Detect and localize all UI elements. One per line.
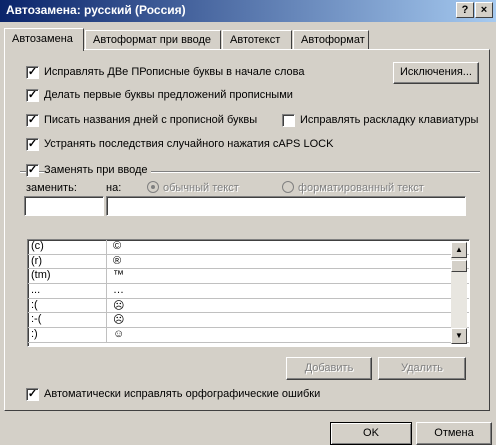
- tab-autoformat-as-you-type[interactable]: Автоформат при вводе: [85, 30, 221, 50]
- entry-to: ®: [113, 254, 122, 267]
- tab-autocorrect[interactable]: Автозамена: [4, 28, 84, 51]
- list-item[interactable]: :) ☺: [28, 328, 469, 343]
- entry-from: (tm): [31, 269, 51, 282]
- close-button[interactable]: ×: [475, 2, 493, 18]
- ok-button[interactable]: OK: [330, 422, 412, 445]
- formatted-text-radio[interactable]: [282, 181, 294, 193]
- entry-from: :(: [31, 298, 38, 311]
- capitalize-sentences-checkbox[interactable]: ✓: [26, 89, 39, 102]
- list-scrollbar[interactable]: ▲ ▼: [451, 242, 467, 344]
- with-label: на:: [106, 182, 122, 194]
- fix-caps-lock-label: Устранять последствия случайного нажатия…: [44, 138, 334, 150]
- title-bar: Автозамена: русский (Россия): [0, 0, 496, 22]
- capitalize-days-label: Писать названия дней с прописной буквы: [44, 114, 258, 126]
- tab-autoformat[interactable]: Автоформат: [293, 30, 369, 50]
- list-item[interactable]: ... …: [28, 284, 469, 299]
- up-arrow-icon[interactable]: ▲: [451, 242, 467, 258]
- entry-from: (c): [31, 240, 44, 252]
- autocorrect-entries-list[interactable]: (c) © (r) ® (tm) ™ ... … :( ☹ :-( ☹ :) ☺…: [27, 239, 470, 347]
- fix-two-caps-label: Исправлять ДВе ПРописные буквы в начале …: [44, 66, 305, 78]
- fix-keyboard-layout-checkbox[interactable]: [282, 114, 295, 127]
- list-item[interactable]: :-( ☹: [28, 313, 469, 329]
- down-arrow-icon[interactable]: ▼: [451, 328, 467, 344]
- entry-from: :): [31, 328, 38, 341]
- replace-as-you-type-checkbox[interactable]: ✓: [26, 164, 39, 177]
- list-item[interactable]: (c) ©: [28, 240, 469, 255]
- entry-from: ...: [31, 284, 41, 297]
- replace-as-you-type-label: Заменять при вводе: [44, 164, 151, 176]
- cancel-button[interactable]: Отмена: [416, 422, 492, 445]
- entry-to: ©: [113, 240, 122, 252]
- entry-to: ☺: [113, 328, 125, 341]
- with-input[interactable]: [106, 196, 466, 216]
- formatted-text-label: форматированный текст: [298, 182, 424, 194]
- list-item[interactable]: (r) ®: [28, 254, 469, 270]
- entry-to: ☹: [113, 299, 125, 312]
- add-button[interactable]: Добавить: [286, 357, 372, 380]
- auto-spellcheck-label: Автоматически исправлять орфографические…: [44, 388, 321, 400]
- entry-to: …: [113, 284, 124, 297]
- auto-spellcheck-checkbox[interactable]: ✓: [26, 388, 39, 401]
- list-item[interactable]: :( ☹: [28, 298, 469, 314]
- window-title: Автозамена: русский (Россия): [6, 3, 186, 17]
- capitalize-sentences-label: Делать первые буквы предложений прописны…: [44, 89, 293, 101]
- fix-two-caps-checkbox[interactable]: ✓: [26, 66, 39, 79]
- plain-text-label: обычный текст: [163, 182, 239, 194]
- capitalize-days-checkbox[interactable]: ✓: [26, 114, 39, 127]
- delete-button[interactable]: Удалить: [378, 357, 466, 380]
- fix-keyboard-layout-label: Исправлять раскладку клавиатуры: [300, 114, 479, 126]
- fix-caps-lock-checkbox[interactable]: ✓: [26, 138, 39, 151]
- scroll-thumb[interactable]: [451, 260, 467, 272]
- entry-to: ☹: [113, 314, 125, 327]
- replace-input[interactable]: [24, 196, 104, 216]
- tab-autotext[interactable]: Автотекст: [222, 30, 292, 50]
- entry-from: (r): [31, 254, 42, 267]
- replace-label: заменить:: [26, 182, 77, 194]
- plain-text-radio[interactable]: [147, 181, 159, 193]
- entry-to: ™: [113, 269, 124, 282]
- entry-from: :-(: [31, 313, 42, 326]
- exceptions-button[interactable]: Исключения...: [393, 62, 479, 84]
- help-button[interactable]: ?: [456, 2, 474, 18]
- list-item[interactable]: (tm) ™: [28, 269, 469, 285]
